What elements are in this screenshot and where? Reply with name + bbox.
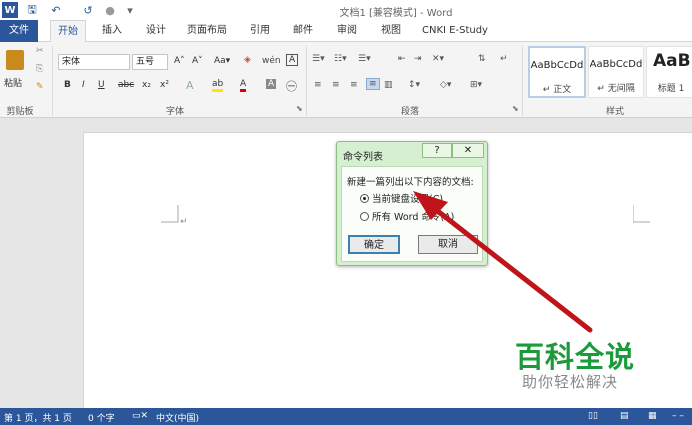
status-bar: 第 1 页，共 1 页 0 个字 ▭✕ 中文(中国) ▯▯ ▤ ▦ – – bbox=[0, 408, 692, 425]
web-layout-icon[interactable]: ▦ bbox=[648, 411, 657, 421]
watermark-subtitle: 助你轻松解决 bbox=[522, 373, 619, 391]
read-mode-icon[interactable]: ▯▯ bbox=[588, 411, 598, 421]
zoom-slider[interactable]: – – bbox=[672, 411, 684, 421]
print-layout-icon[interactable]: ▤ bbox=[620, 411, 629, 421]
page-count[interactable]: 第 1 页，共 1 页 bbox=[4, 411, 72, 424]
arrow-shaft bbox=[427, 202, 593, 333]
language-indicator[interactable]: 中文(中国) bbox=[156, 411, 199, 424]
word-count[interactable]: 0 个字 bbox=[88, 411, 115, 424]
proofing-icon[interactable]: ▭✕ bbox=[132, 411, 148, 421]
watermark-title: 百科全说 bbox=[515, 340, 636, 374]
